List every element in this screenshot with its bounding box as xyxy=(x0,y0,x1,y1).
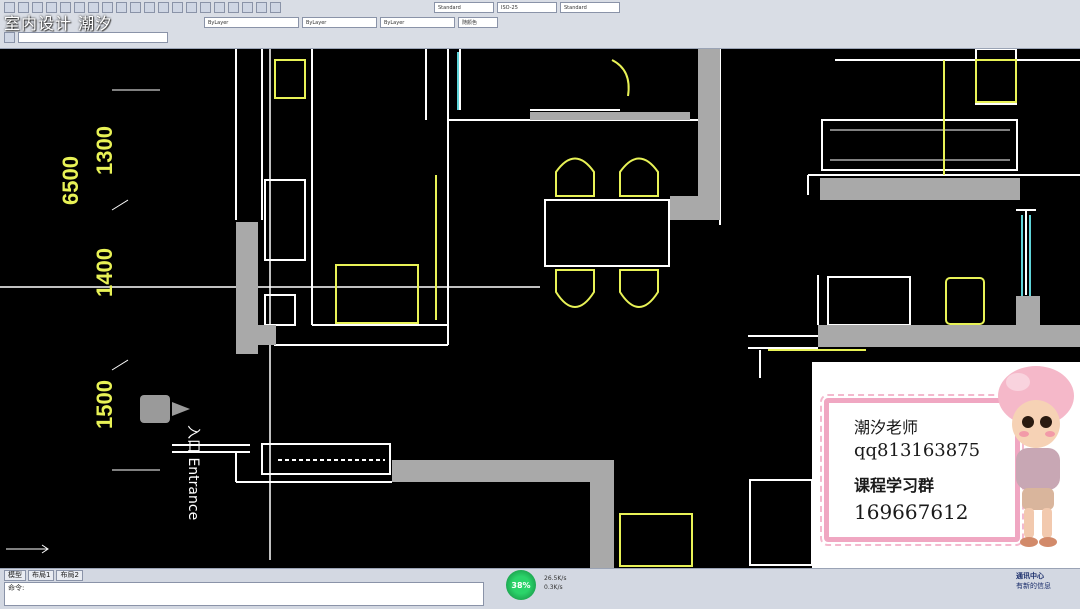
text-style-select[interactable]: Standard xyxy=(434,1,494,13)
zoom-realtime-icon[interactable] xyxy=(172,1,183,13)
download-speed: 0.3K/s xyxy=(544,584,563,591)
upload-speed: 26.5K/s xyxy=(544,575,567,582)
dimension-label-1500: 1500 xyxy=(92,380,117,429)
toolbar: Standard ISO-25 Standard ByLayer ByLayer… xyxy=(0,0,1080,49)
design-center-icon[interactable] xyxy=(228,1,239,13)
calculator-icon[interactable] xyxy=(256,1,267,13)
pan-icon[interactable] xyxy=(158,1,169,13)
doll-mascot-icon xyxy=(998,366,1074,547)
status-bar: 模型 布局1 布局2 命令: 38% 26.5K/s 0.3K/s 通讯中心 有… xyxy=(0,568,1080,609)
dimension-label-6500: 6500 xyxy=(58,156,83,205)
entrance-label: 入口 Entrance xyxy=(185,425,201,521)
promo-group-number: 169667612 xyxy=(854,500,969,524)
promo-group-label: 课程学习群 xyxy=(854,476,935,495)
properties-icon[interactable] xyxy=(214,1,225,13)
lineweight-select[interactable]: ByLayer xyxy=(380,16,455,28)
table-style-select[interactable]: Standard xyxy=(560,1,620,13)
layout-tabs: 模型 布局1 布局2 xyxy=(4,570,83,581)
dimension-label-1400: 1400 xyxy=(92,248,117,297)
tab-layout2[interactable]: 布局2 xyxy=(56,570,83,581)
match-properties-icon[interactable] xyxy=(116,1,127,13)
zoom-previous-icon[interactable] xyxy=(200,1,211,13)
command-line[interactable]: 命令: xyxy=(4,582,484,606)
dim-style-select[interactable]: ISO-25 xyxy=(497,1,557,13)
promo-card: 潮汐老师 qq813163875 课程学习群 169667612 xyxy=(812,362,1080,568)
tool-palette-icon[interactable] xyxy=(242,1,253,13)
notify-text: 有新的信息 xyxy=(1016,582,1051,590)
dimension-label-1300: 1300 xyxy=(92,126,117,175)
promo-qq: qq813163875 xyxy=(854,440,981,461)
redo-icon[interactable] xyxy=(144,1,155,13)
video-watermark-title: 室内设计 潮汐 xyxy=(4,14,113,33)
plot-style-select[interactable]: 随颜色 xyxy=(458,16,498,28)
network-speed: 26.5K/s 0.3K/s xyxy=(544,574,566,592)
tab-model[interactable]: 模型 xyxy=(4,570,26,581)
color-select[interactable]: ByLayer xyxy=(204,16,299,28)
tab-layout1[interactable]: 布局1 xyxy=(28,570,55,581)
toolbar-row-2: ByLayer ByLayer ByLayer 随颜色 xyxy=(200,15,498,29)
zoom-window-icon[interactable] xyxy=(186,1,197,13)
notify-title: 通讯中心 xyxy=(1016,572,1044,580)
promo-teacher: 潮汐老师 xyxy=(854,418,919,437)
undo-icon[interactable] xyxy=(130,1,141,13)
linetype-select[interactable]: ByLayer xyxy=(302,16,377,28)
help-icon[interactable] xyxy=(270,1,281,13)
progress-badge: 38% xyxy=(506,570,536,600)
communication-center[interactable]: 通讯中心 有新的信息 xyxy=(1016,571,1078,607)
